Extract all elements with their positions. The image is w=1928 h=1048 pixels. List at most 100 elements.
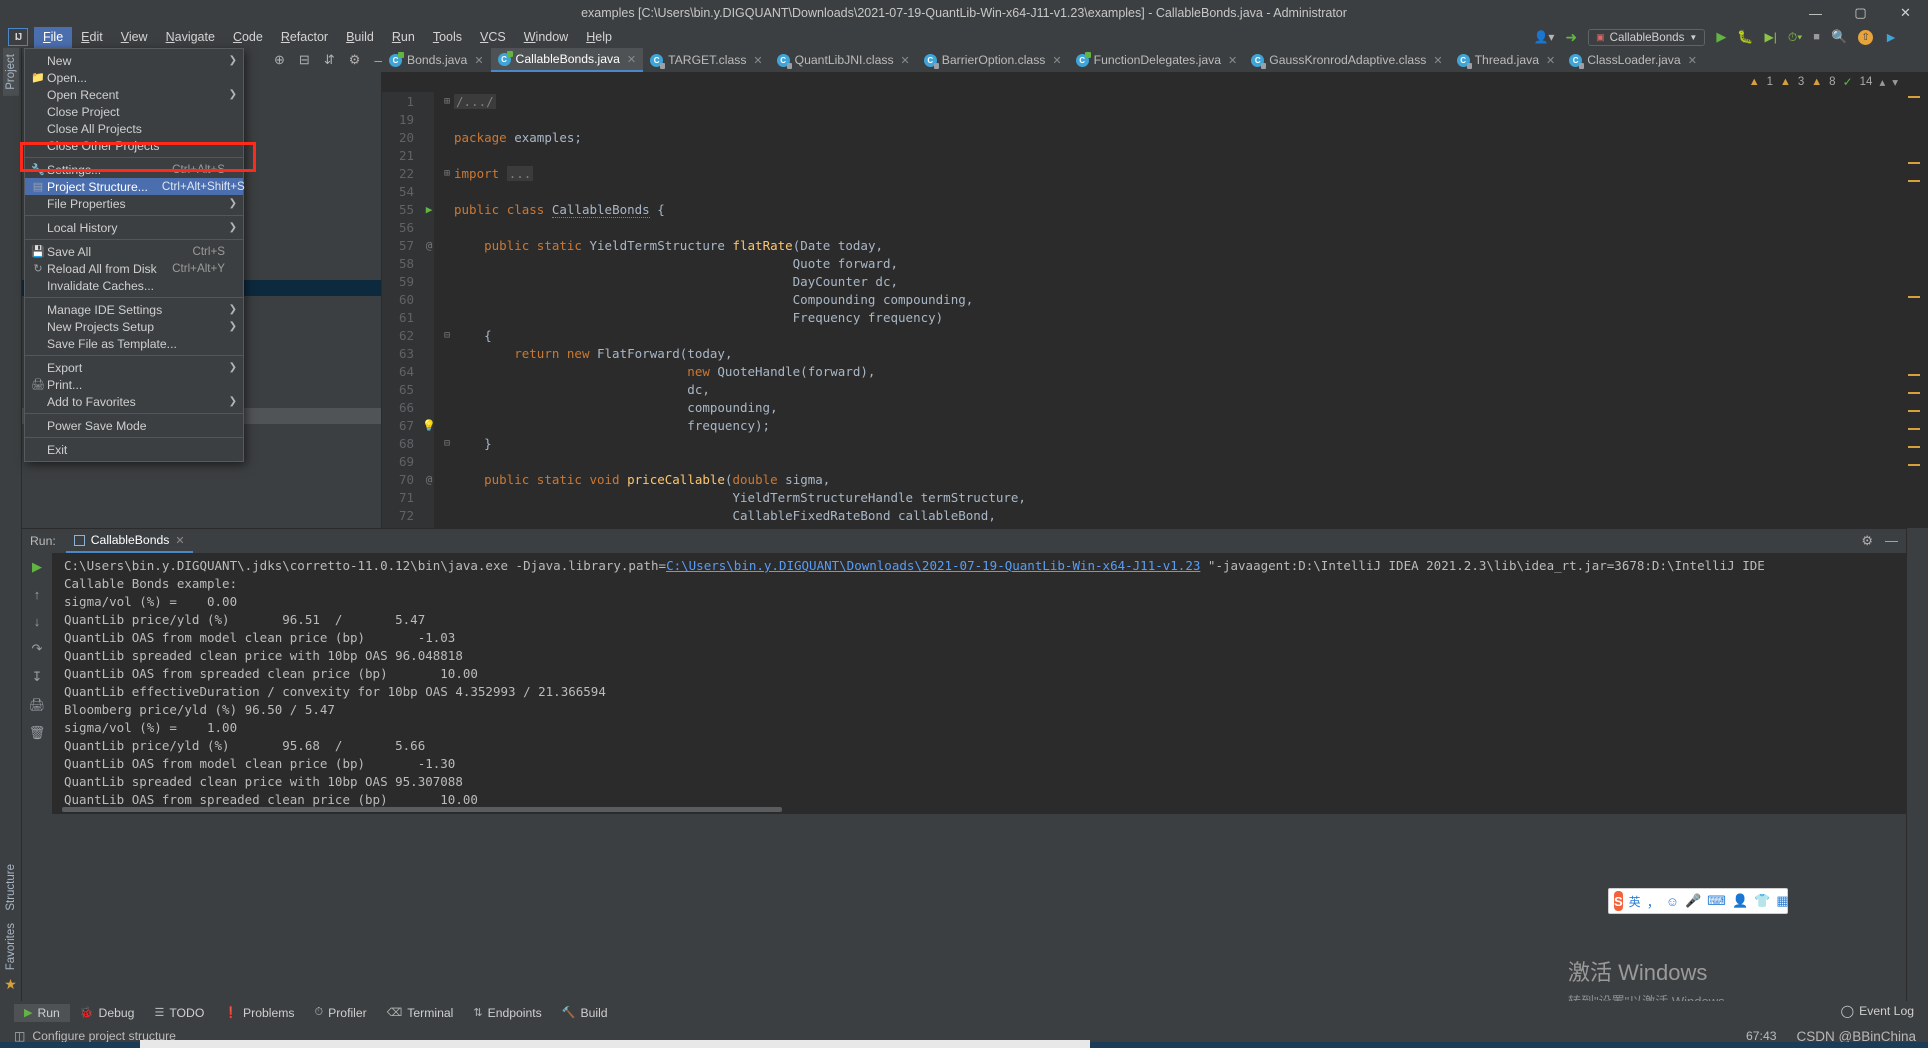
close-icon[interactable]: ✕ bbox=[1052, 54, 1061, 67]
console-path-link[interactable]: C:\Users\bin.y.DIGQUANT\Downloads\2021-0… bbox=[666, 558, 1200, 573]
apps-icon[interactable]: ▦ bbox=[1776, 893, 1788, 909]
file-menu-item-file-properties[interactable]: File Properties❯ bbox=[25, 195, 243, 212]
tool-window-button-problems[interactable]: ❗Problems bbox=[214, 1004, 304, 1022]
user-icon[interactable]: 👤 bbox=[1732, 893, 1748, 909]
settings-gear-icon[interactable]: ⚙ bbox=[1861, 533, 1873, 549]
tool-window-project[interactable]: Project bbox=[3, 48, 19, 96]
editor-tab-target-class[interactable]: CTARGET.class✕ bbox=[643, 48, 770, 72]
editor-tab-bonds-java[interactable]: CBonds.java✕ bbox=[382, 48, 491, 72]
close-icon[interactable]: ✕ bbox=[1433, 54, 1442, 67]
tool-window-structure[interactable]: Structure bbox=[3, 858, 19, 917]
notifications-icon[interactable]: ⇧ bbox=[1858, 30, 1873, 45]
file-menu-item-close-project[interactable]: Close Project bbox=[25, 103, 243, 120]
run-with-coverage-button[interactable]: ▶| bbox=[1765, 30, 1777, 44]
close-icon[interactable]: ✕ bbox=[1228, 54, 1237, 67]
close-icon[interactable]: ✕ bbox=[1688, 54, 1697, 67]
skin-icon[interactable]: 👕 bbox=[1754, 893, 1770, 909]
menu-refactor[interactable]: Refactor bbox=[272, 27, 337, 48]
close-icon[interactable]: ✕ bbox=[1546, 54, 1555, 67]
menu-window[interactable]: Window bbox=[515, 27, 577, 48]
file-menu-dropdown[interactable]: New❯📁Open...Open Recent❯Close ProjectClo… bbox=[24, 48, 244, 462]
file-menu-item-print[interactable]: 🖨Print... bbox=[25, 376, 243, 393]
run-button[interactable]: ▶ bbox=[1716, 29, 1726, 45]
comma-icon[interactable]: ， bbox=[1647, 892, 1660, 911]
tool-window-button-debug[interactable]: 🐞Debug bbox=[70, 1004, 145, 1022]
tool-window-button-endpoints[interactable]: ⇅Endpoints bbox=[463, 1004, 551, 1022]
file-menu-item-settings[interactable]: 🔧Settings...Ctrl+Alt+S bbox=[25, 161, 243, 178]
file-menu-item-open[interactable]: 📁Open... bbox=[25, 69, 243, 86]
menu-tools[interactable]: Tools bbox=[424, 27, 471, 48]
menu-build[interactable]: Build bbox=[337, 27, 383, 48]
file-menu-item-export[interactable]: Export❯ bbox=[25, 359, 243, 376]
tool-window-button-profiler[interactable]: ⏱Profiler bbox=[305, 1004, 377, 1022]
close-icon[interactable]: ✕ bbox=[753, 54, 762, 67]
run-configuration-selector[interactable]: ▣ CallableBonds ▼ bbox=[1588, 29, 1705, 46]
run-tab-callablebonds[interactable]: CallableBonds ✕ bbox=[66, 529, 193, 553]
event-log-button[interactable]: ◯ Event Log bbox=[1841, 1004, 1914, 1018]
file-menu-item-save-file-as-template[interactable]: Save File as Template... bbox=[25, 335, 243, 352]
file-menu-item-local-history[interactable]: Local History❯ bbox=[25, 219, 243, 236]
file-menu-item-reload-all-from-disk[interactable]: ↻Reload All from DiskCtrl+Alt+Y bbox=[25, 260, 243, 277]
tool-window-button-todo[interactable]: ☰TODO bbox=[144, 1004, 214, 1022]
tool-window-favorites[interactable]: Favorites bbox=[3, 917, 19, 976]
fold-toggle-icon[interactable]: ⊞ bbox=[440, 96, 454, 107]
keyboard-icon[interactable]: ⌨ bbox=[1707, 893, 1726, 909]
menu-vcs[interactable]: VCS bbox=[471, 27, 515, 48]
file-menu-item-open-recent[interactable]: Open Recent❯ bbox=[25, 86, 243, 103]
scroll-up-icon[interactable]: ↑ bbox=[34, 587, 41, 602]
hide-icon[interactable]: — bbox=[1885, 533, 1898, 549]
user-avatar-icon[interactable]: 👤▾ bbox=[1533, 30, 1554, 44]
fold-toggle-icon[interactable]: ⊞ bbox=[440, 168, 454, 179]
tool-window-button-run[interactable]: ▶Run bbox=[14, 1004, 70, 1022]
sort-alpha-icon[interactable]: ⇵ bbox=[324, 52, 335, 68]
scroll-down-icon[interactable]: ↓ bbox=[34, 614, 41, 629]
code-editor[interactable]: ▲ 1 ▲ 3 ▲ 8 ✓ 14 ▴ ▾ 1⊞/.../1920package … bbox=[382, 72, 1928, 528]
minimize-button[interactable]: — bbox=[1793, 0, 1838, 26]
file-menu-item-new[interactable]: New❯ bbox=[25, 52, 243, 69]
editor-tab-quantlibjni-class[interactable]: CQuantLibJNI.class✕ bbox=[770, 48, 917, 72]
sogou-logo-icon[interactable]: S bbox=[1614, 891, 1623, 911]
tool-window-button-terminal[interactable]: ⌫Terminal bbox=[377, 1004, 464, 1022]
close-button[interactable]: ✕ bbox=[1883, 0, 1928, 26]
menu-file[interactable]: File bbox=[34, 27, 72, 48]
print-icon[interactable]: 🖨 bbox=[29, 697, 46, 713]
inspection-up-icon[interactable]: ▴ bbox=[1879, 75, 1885, 89]
ime-toolbar[interactable]: S 英 ， ☺ 🎤 ⌨ 👤 👕 ▦ bbox=[1608, 888, 1788, 914]
editor-tab-thread-java[interactable]: CThread.java✕ bbox=[1450, 48, 1563, 72]
intention-bulb-icon[interactable]: 💡 bbox=[418, 419, 440, 432]
editor-tab-gausskronrodadaptive-class[interactable]: CGaussKronrodAdaptive.class✕ bbox=[1244, 48, 1449, 72]
soft-wrap-icon[interactable]: ↷ bbox=[32, 641, 43, 657]
editor-tab-barrieroption-class[interactable]: CBarrierOption.class✕ bbox=[917, 48, 1069, 72]
ai-assistant-icon[interactable]: ► bbox=[1884, 29, 1898, 45]
voice-icon[interactable]: 🎤 bbox=[1685, 893, 1701, 909]
update-project-icon[interactable]: ➜ bbox=[1565, 29, 1577, 46]
emoji-icon[interactable]: ☺ bbox=[1666, 894, 1679, 909]
editor-tab-callablebonds-java[interactable]: CCallableBonds.java✕ bbox=[491, 48, 644, 72]
close-icon[interactable]: ✕ bbox=[474, 54, 483, 67]
run-gutter-icon[interactable]: ▶ bbox=[418, 203, 440, 216]
search-everywhere-icon[interactable]: 🔍 bbox=[1831, 29, 1847, 45]
close-icon[interactable]: ✕ bbox=[901, 54, 910, 67]
fold-toggle-icon[interactable]: ⊟ bbox=[440, 330, 454, 341]
caret-position[interactable]: 67:43 bbox=[1746, 1029, 1777, 1043]
editor-tab-functiondelegates-java[interactable]: CFunctionDelegates.java✕ bbox=[1069, 48, 1245, 72]
file-menu-item-invalidate-caches[interactable]: Invalidate Caches... bbox=[25, 277, 243, 294]
project-settings-gear-icon[interactable]: ⚙ bbox=[349, 52, 361, 68]
expand-all-icon[interactable]: ⊕ bbox=[274, 52, 285, 68]
profile-button[interactable]: ⏱▾ bbox=[1788, 30, 1802, 45]
file-menu-item-new-projects-setup[interactable]: New Projects Setup❯ bbox=[25, 318, 243, 335]
close-icon[interactable]: ✕ bbox=[627, 53, 636, 66]
editor-marker-bar[interactable] bbox=[1906, 96, 1920, 526]
editor-code-area[interactable]: 1⊞/.../1920package examples;2122⊞import … bbox=[382, 92, 1928, 528]
inspection-down-icon[interactable]: ▾ bbox=[1892, 75, 1898, 89]
menu-run[interactable]: Run bbox=[383, 27, 424, 48]
rerun-icon[interactable]: ▶ bbox=[32, 559, 42, 575]
menu-edit[interactable]: Edit bbox=[72, 27, 112, 48]
menu-view[interactable]: View bbox=[112, 27, 157, 48]
ime-mode-label[interactable]: 英 bbox=[1629, 893, 1641, 910]
file-menu-item-add-to-favorites[interactable]: Add to Favorites❯ bbox=[25, 393, 243, 410]
file-menu-item-exit[interactable]: Exit bbox=[25, 441, 243, 458]
menu-code[interactable]: Code bbox=[224, 27, 272, 48]
file-menu-item-project-structure[interactable]: ▤Project Structure...Ctrl+Alt+Shift+S bbox=[25, 178, 243, 195]
close-icon[interactable]: ✕ bbox=[175, 534, 184, 547]
